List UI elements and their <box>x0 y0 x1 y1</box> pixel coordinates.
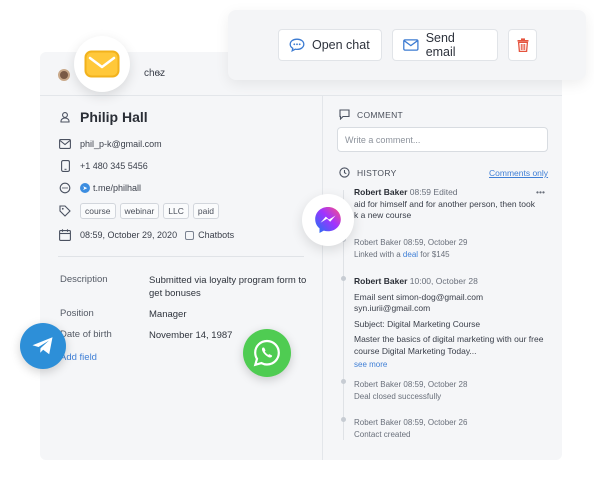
tag-chip[interactable]: paid <box>192 203 219 219</box>
entry-text: Subject: Digital Marketing Course <box>354 318 481 329</box>
contact-email[interactable]: phil_p-k@gmail.com <box>80 139 162 149</box>
history-entry: Robert Baker 08:59 Edited ••• aid for hi… <box>354 187 554 222</box>
entry-text: Master the basics of digital marketing w… <box>354 334 544 344</box>
mail-icon <box>58 137 72 151</box>
created-date: 08:59, October 29, 2020 <box>80 230 178 240</box>
entry-author[interactable]: Robert Baker <box>354 187 407 197</box>
mail-channel-icon <box>84 50 120 78</box>
entry-status: Edited <box>433 187 458 197</box>
field-label-position: Position <box>60 308 94 319</box>
source-label[interactable]: Chatbots <box>198 230 234 240</box>
comment-icon <box>339 109 350 120</box>
timeline-dot <box>341 417 346 422</box>
history-entry: Robert Baker 08:59, October 26 Contact c… <box>354 417 554 440</box>
entry-text: Deal closed successfully <box>354 391 442 401</box>
field-value-position[interactable]: Manager <box>149 308 309 321</box>
field-label-description: Description <box>60 274 108 285</box>
entry-text: Email sent simon-dog@gmail.com <box>354 291 484 302</box>
entry-author[interactable]: Robert Baker <box>354 380 401 389</box>
history-title: HISTORY <box>357 168 397 178</box>
contact-details: Philip Hall phil_p-k@gmail.com +1 480 34… <box>40 96 322 460</box>
chevron-down-icon[interactable]: ⌄ <box>156 68 163 77</box>
entry-text: k a new course <box>354 210 412 220</box>
action-bar: Open chat Send email <box>228 10 586 80</box>
whatsapp-icon <box>253 339 280 367</box>
avatar[interactable] <box>58 69 70 81</box>
entry-text: syn.iurii@gmail.com <box>354 303 431 313</box>
trash-icon <box>517 38 528 52</box>
phone-icon <box>58 159 72 173</box>
divider <box>58 256 304 257</box>
entry-author[interactable]: Robert Baker <box>354 238 401 247</box>
tag-chip[interactable]: course <box>80 203 116 219</box>
activity-panel: COMMENT Write a comment... HISTORY Comme… <box>323 96 562 460</box>
history-entry: Robert Baker 10:00, October 28 Email sen… <box>354 276 554 371</box>
entry-author[interactable]: Robert Baker <box>354 276 407 286</box>
comment-title: COMMENT <box>357 110 404 120</box>
messenger-icon <box>315 207 341 233</box>
entry-text: Linked with a <box>354 249 403 259</box>
entry-time: 08:59 <box>409 187 432 197</box>
entry-text: course Digital Marketing Today... <box>354 345 477 356</box>
entry-text: for $145 <box>418 249 450 259</box>
contact-name: Philip Hall <box>80 109 148 125</box>
entry-time: 08:59, October 28 <box>403 380 468 389</box>
send-email-label: Send email <box>425 31 456 59</box>
history-entry: Robert Baker 08:59, October 29 Linked wi… <box>354 237 554 260</box>
entry-time: 08:59, October 26 <box>403 418 468 427</box>
more-icon[interactable]: ••• <box>536 187 545 199</box>
entry-time: 08:59, October 29 <box>403 238 468 247</box>
clock-icon <box>339 167 350 178</box>
messenger-row[interactable]: ➤ t.me/philhall <box>58 180 141 196</box>
telegram-icon <box>32 337 53 355</box>
contact-card: chez ⌄ Philip Hall phil_p-k@gmail.com +1… <box>40 52 562 460</box>
contact-name-row: Philip Hall <box>58 109 148 125</box>
chat-bubble-icon <box>289 38 305 52</box>
entry-time: 10:00, October 28 <box>409 276 478 286</box>
email-channel-bubble[interactable] <box>74 36 130 92</box>
tags-row: course webinar LLC paid <box>58 203 223 219</box>
chatbot-icon <box>185 230 195 240</box>
entry-text: Contact created <box>354 429 411 439</box>
email-row[interactable]: phil_p-k@gmail.com <box>58 136 162 152</box>
chat-icon <box>58 181 72 195</box>
see-more-link[interactable]: see more <box>354 359 554 371</box>
send-email-button[interactable]: Send email <box>392 29 498 61</box>
timeline-dot <box>341 379 346 384</box>
field-label-birthdate: Date of birth <box>60 329 112 340</box>
created-row: 08:59, October 29, 2020 Chatbots <box>58 227 234 243</box>
history-entry: Robert Baker 08:59, October 28 Deal clos… <box>354 379 554 402</box>
open-chat-label: Open chat <box>312 38 370 52</box>
entry-text: aid for himself and for another person, … <box>354 198 535 209</box>
entry-author[interactable]: Robert Baker <box>354 418 401 427</box>
phone-row[interactable]: +1 480 345 5456 <box>58 158 148 174</box>
telegram-channel-bubble[interactable] <box>20 323 66 369</box>
add-field-link[interactable]: Add field <box>60 352 97 363</box>
messenger-channel-bubble[interactable] <box>302 194 354 246</box>
telegram-small-icon: ➤ <box>80 183 90 193</box>
tag-chip[interactable]: webinar <box>119 203 160 219</box>
person-icon <box>58 110 72 124</box>
envelope-icon <box>403 39 419 51</box>
open-chat-button[interactable]: Open chat <box>278 29 382 61</box>
field-value-description[interactable]: Submitted via loyalty program form to ge… <box>149 274 309 300</box>
calendar-icon <box>58 228 72 242</box>
comment-input[interactable]: Write a comment... <box>337 127 548 152</box>
comments-only-filter[interactable]: Comments only <box>489 168 548 178</box>
timeline-dot <box>341 276 346 281</box>
whatsapp-channel-bubble[interactable] <box>243 329 291 377</box>
delete-button[interactable] <box>508 29 537 61</box>
contact-telegram[interactable]: t.me/philhall <box>93 183 141 193</box>
deal-link[interactable]: deal <box>403 250 418 259</box>
contact-phone[interactable]: +1 480 345 5456 <box>80 161 148 171</box>
tag-icon <box>58 204 72 218</box>
tag-chip[interactable]: LLC <box>163 203 189 219</box>
